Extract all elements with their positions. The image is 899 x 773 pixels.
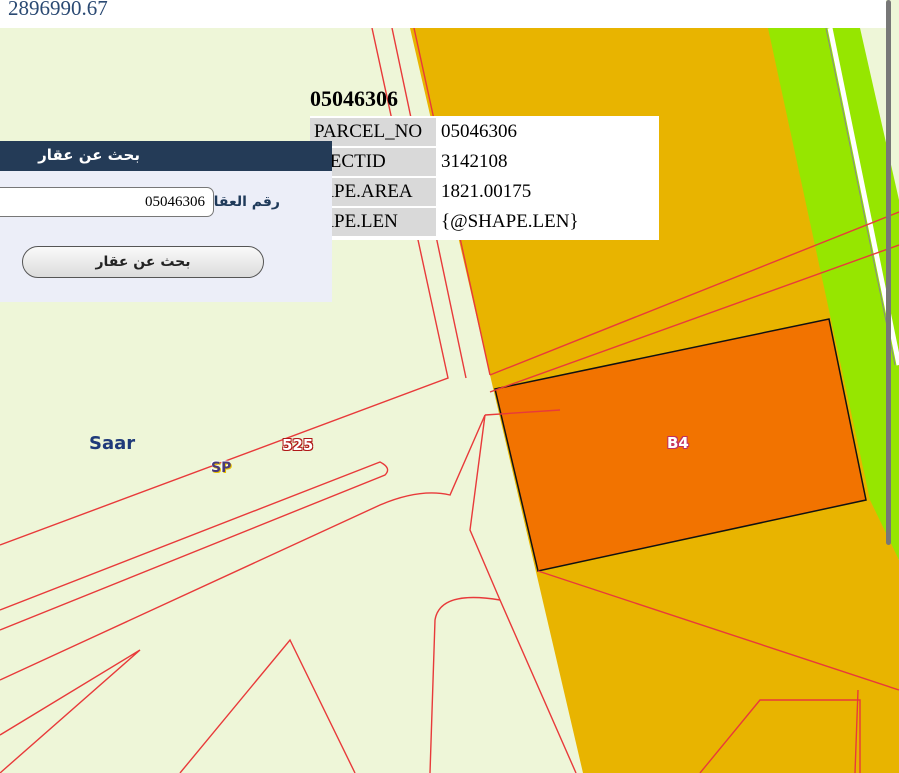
popup-row: SHAPE.AREA 1821.00175 — [310, 177, 659, 207]
map-label-b4: B4 — [667, 434, 689, 452]
search-property-button[interactable]: بحث عن عقار — [22, 246, 264, 278]
popup-value: 05046306 — [441, 121, 517, 142]
map-label-saar: Saar — [89, 433, 136, 454]
popup-attribute-table: PARCEL_NO 05046306 OBJECTID 3142108 SHAP… — [310, 116, 659, 240]
popup-value: 1821.00175 — [441, 181, 532, 202]
search-panel-header: بحث عن عقار — [0, 141, 332, 171]
property-number-label: رقم العقار — [205, 194, 280, 210]
map-label-sp: SP — [211, 460, 232, 476]
popup-value: {@SHAPE.LEN} — [441, 211, 579, 232]
property-search-panel: بحث عن عقار رقم العقار بحث عن عقار — [0, 141, 332, 302]
map-label-525: 525 — [282, 436, 314, 454]
popup-row: SHAPE.LEN {@SHAPE.LEN} — [310, 207, 659, 237]
map-viewer[interactable]: 2896990.67 Saar SP 525 B4 05046306 PARCE… — [0, 0, 899, 773]
coordinate-readout: 2896990.67 — [8, 0, 108, 20]
scrollbar-thumb[interactable] — [886, 0, 891, 545]
top-bar — [0, 0, 886, 28]
popup-row: OBJECTID 3142108 — [310, 147, 659, 177]
popup-row: PARCEL_NO 05046306 — [310, 117, 659, 147]
popup-value: 3142108 — [441, 151, 508, 172]
popup-title: 05046306 — [310, 86, 398, 111]
search-panel-title: بحث عن عقار — [38, 146, 140, 164]
property-number-input[interactable] — [0, 187, 214, 217]
